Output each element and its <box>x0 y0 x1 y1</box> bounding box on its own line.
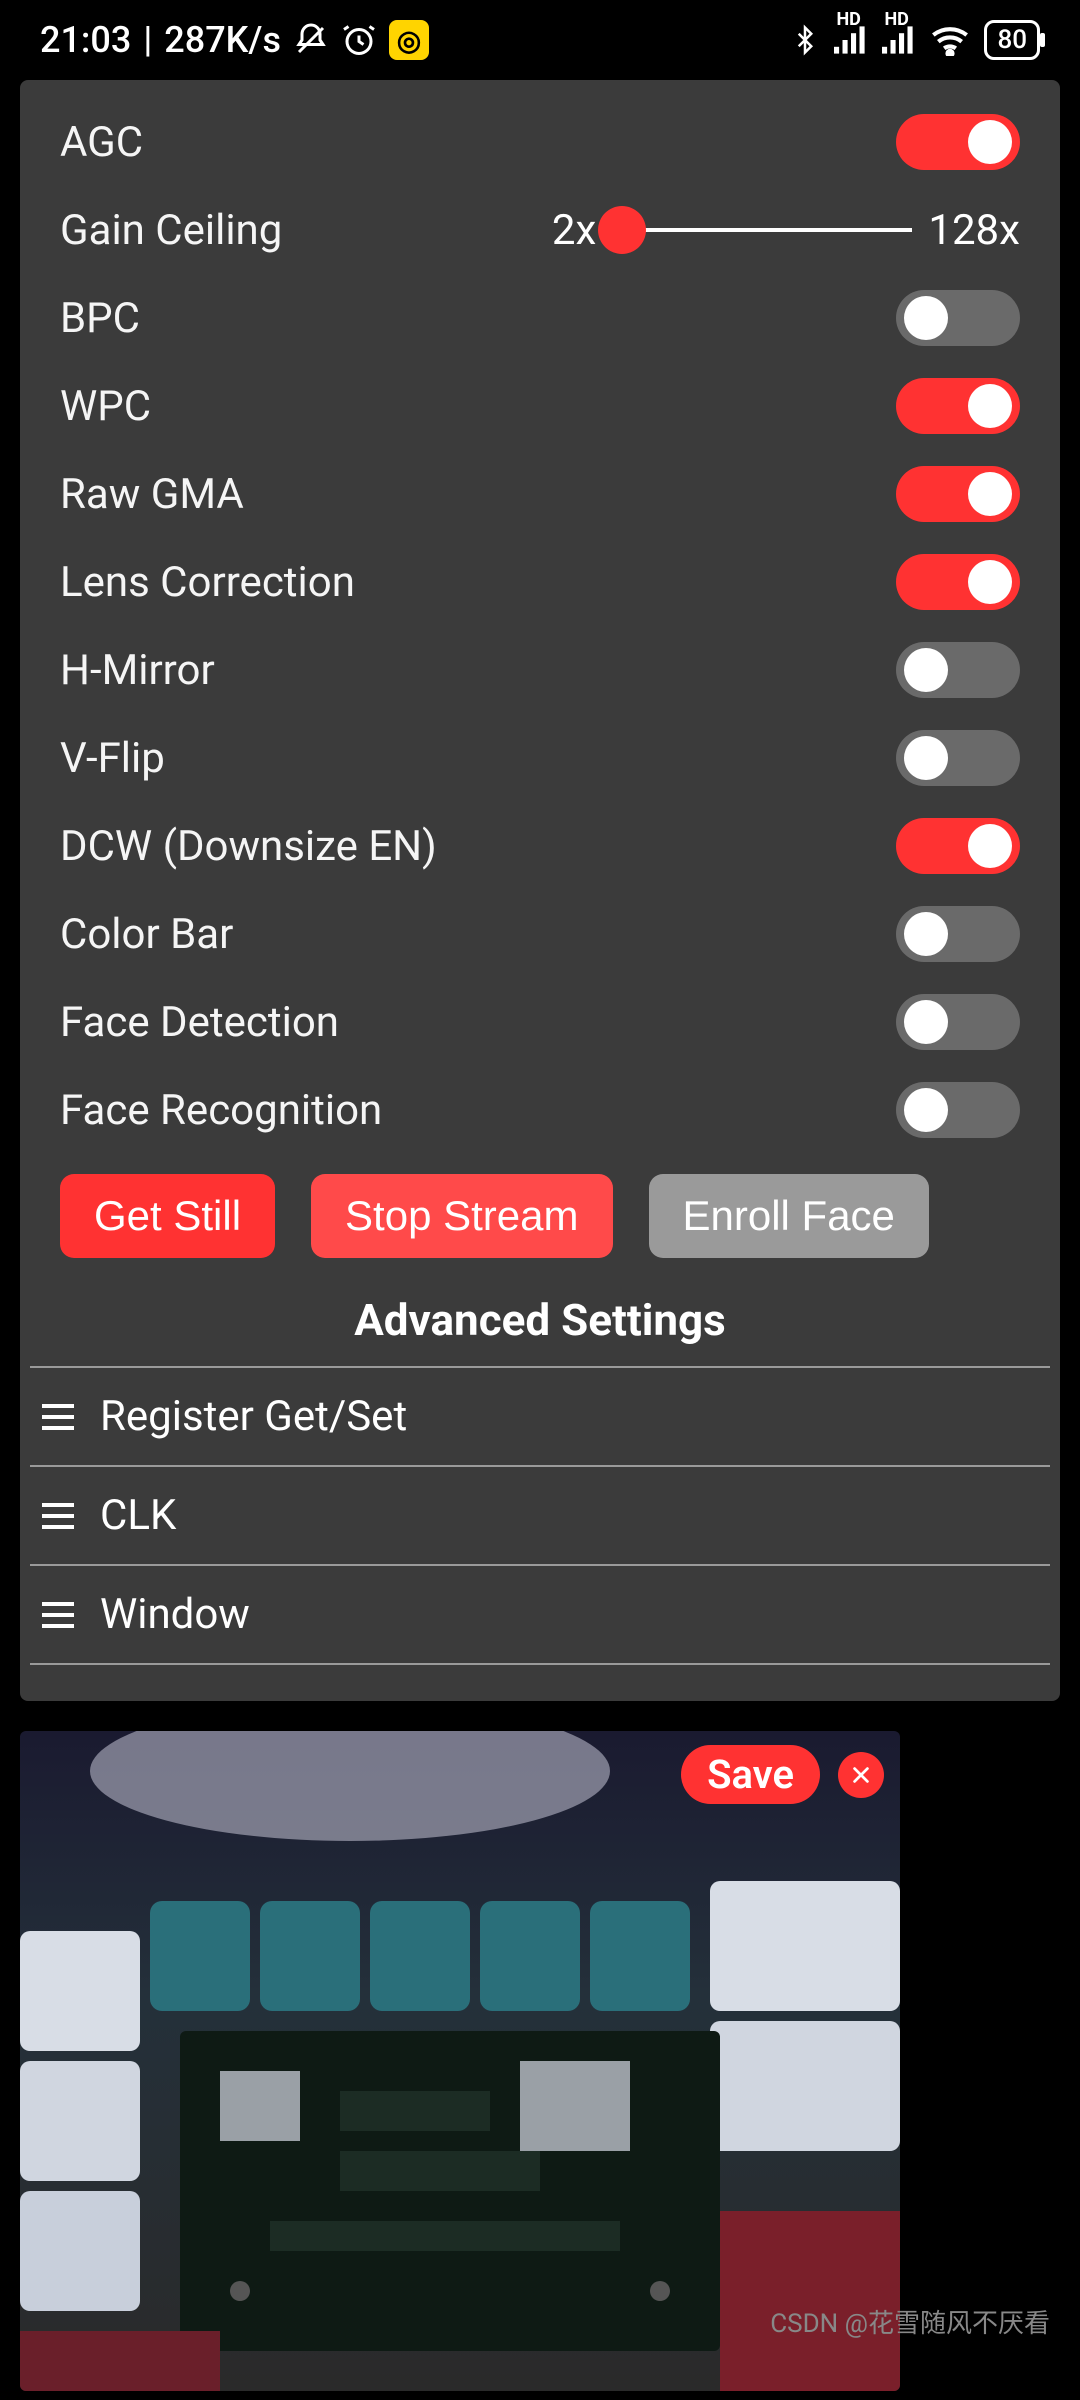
slider-max-label: 128x <box>928 206 1020 255</box>
hamburger-icon <box>42 1602 74 1628</box>
gain-slider-thumb[interactable] <box>598 206 646 254</box>
label-facerec: Face Recognition <box>60 1086 896 1135</box>
label-vflip: V-Flip <box>60 734 896 783</box>
save-button[interactable]: Save <box>681 1745 820 1804</box>
status-speed: 287K/s <box>164 19 281 61</box>
label-wpc: WPC <box>60 382 896 431</box>
row-gain-ceiling: Gain Ceiling 2x 128x <box>30 186 1050 274</box>
label-agc: AGC <box>60 118 896 167</box>
row-hmirror: H-Mirror <box>30 626 1050 714</box>
label-lenscorr: Lens Correction <box>60 558 896 607</box>
row-facerec: Face Recognition <box>30 1066 1050 1154</box>
toggle-vflip[interactable] <box>896 730 1020 786</box>
signal-2-icon: HD <box>882 25 916 55</box>
adv-label-register: Register Get/Set <box>100 1392 407 1441</box>
adv-label-window: Window <box>100 1590 250 1639</box>
status-right: HD HD 80 <box>790 20 1040 60</box>
app-icon: ◎ <box>389 20 429 60</box>
toggle-facerec[interactable] <box>896 1082 1020 1138</box>
close-button[interactable] <box>838 1752 884 1798</box>
toggle-dcw[interactable] <box>896 818 1020 874</box>
adv-item-window[interactable]: Window <box>30 1564 1050 1665</box>
alarm-icon <box>341 22 377 58</box>
hamburger-icon <box>42 1503 74 1529</box>
status-bar: 21:03 | 287K/s ◎ HD HD 80 <box>0 0 1080 80</box>
row-lenscorr: Lens Correction <box>30 538 1050 626</box>
battery-icon: 80 <box>984 20 1040 60</box>
adv-item-register[interactable]: Register Get/Set <box>30 1366 1050 1465</box>
adv-item-clk[interactable]: CLK <box>30 1465 1050 1564</box>
toggle-lenscorr[interactable] <box>896 554 1020 610</box>
row-rawgma: Raw GMA <box>30 450 1050 538</box>
status-left: 21:03 | 287K/s ◎ <box>40 19 429 61</box>
label-colorbar: Color Bar <box>60 910 896 959</box>
label-bpc: BPC <box>60 294 896 343</box>
toggle-wpc[interactable] <box>896 378 1020 434</box>
close-icon <box>850 1764 872 1786</box>
hamburger-icon <box>42 1404 74 1430</box>
button-row: Get Still Stop Stream Enroll Face <box>30 1154 1050 1268</box>
row-colorbar: Color Bar <box>30 890 1050 978</box>
status-sep: | <box>143 19 152 61</box>
gain-slider[interactable] <box>612 228 912 232</box>
row-dcw: DCW (Downsize EN) <box>30 802 1050 890</box>
preview-image <box>20 1731 900 2391</box>
toggle-colorbar[interactable] <box>896 906 1020 962</box>
camera-preview: Save <box>20 1731 900 2391</box>
enroll-face-button[interactable]: Enroll Face <box>649 1174 929 1258</box>
adv-label-clk: CLK <box>100 1491 176 1540</box>
toggle-rawgma[interactable] <box>896 466 1020 522</box>
toggle-agc[interactable] <box>896 114 1020 170</box>
signal-1-icon: HD <box>834 25 868 55</box>
toggle-hmirror[interactable] <box>896 642 1020 698</box>
row-bpc: BPC <box>30 274 1050 362</box>
row-vflip: V-Flip <box>30 714 1050 802</box>
watermark: CSDN @花雪随风不厌看 <box>770 2303 1050 2340</box>
row-agc: AGC <box>30 98 1050 186</box>
advanced-heading: Advanced Settings <box>30 1268 1050 1366</box>
label-hmirror: H-Mirror <box>60 646 896 695</box>
row-wpc: WPC <box>30 362 1050 450</box>
label-rawgma: Raw GMA <box>60 470 896 519</box>
mute-icon <box>293 22 329 58</box>
row-facedet: Face Detection <box>30 978 1050 1066</box>
label-facedet: Face Detection <box>60 998 896 1047</box>
toggle-facedet[interactable] <box>896 994 1020 1050</box>
bluetooth-icon <box>790 22 820 58</box>
status-time: 21:03 <box>40 19 131 61</box>
wifi-icon <box>930 24 970 56</box>
toggle-bpc[interactable] <box>896 290 1020 346</box>
settings-panel: AGC Gain Ceiling 2x 128x BPC WPC Raw GMA… <box>20 80 1060 1701</box>
get-still-button[interactable]: Get Still <box>60 1174 275 1258</box>
stop-stream-button[interactable]: Stop Stream <box>311 1174 612 1258</box>
label-dcw: DCW (Downsize EN) <box>60 822 896 871</box>
preview-overlay: Save <box>681 1745 884 1804</box>
slider-min-label: 2x <box>552 206 596 255</box>
label-gain-ceiling: Gain Ceiling <box>60 206 552 255</box>
